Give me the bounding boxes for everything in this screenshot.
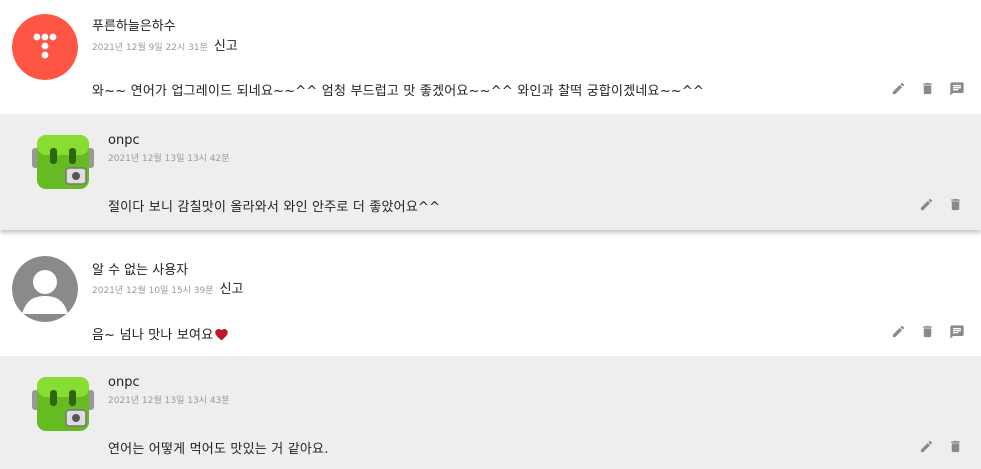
reply-item: onpc 2021년 12월 13일 13시 43분 연어는 어떻게 먹어도 맛… xyxy=(0,356,981,469)
comment-item: 푸른하늘은하수 2021년 12월 9일 22시 31분 신고 와~~ 연어가 … xyxy=(0,0,981,114)
comment-author[interactable]: 알 수 없는 사용자 xyxy=(92,259,188,278)
green-robot-avatar[interactable] xyxy=(30,372,96,438)
edit-icon[interactable] xyxy=(918,196,935,213)
comment-author[interactable]: 푸른하늘은하수 xyxy=(92,15,176,34)
green-robot-avatar[interactable] xyxy=(30,130,96,196)
comment-text: 음~ 넘나 맛나 보여요 xyxy=(92,324,229,345)
reply-meta: 2021년 12월 13일 13시 42분 xyxy=(108,151,230,164)
comment-date: 2021년 12월 10일 15시 39분 xyxy=(92,286,214,296)
reply-actions xyxy=(918,196,964,213)
delete-icon[interactable] xyxy=(919,80,936,97)
edit-icon[interactable] xyxy=(890,323,907,340)
comment-meta: 2021년 12월 9일 22시 31분 신고 xyxy=(92,35,238,54)
comment-text: 와~~ 연어가 업그레이드 되네요~~^^ 엄청 부드럽고 맛 좋겠어요~~^^… xyxy=(92,84,705,99)
report-link[interactable]: 신고 xyxy=(214,35,238,54)
edit-icon[interactable] xyxy=(918,438,935,455)
reply-author[interactable]: onpc xyxy=(108,133,140,148)
comment-item: 알 수 없는 사용자 2021년 12월 10일 15시 39분 신고 음~ 넘… xyxy=(0,242,981,356)
reply-date: 2021년 12월 13일 13시 43분 xyxy=(108,396,230,406)
reply-actions xyxy=(918,438,964,455)
comment-text-content: 음~ 넘나 맛나 보여요 xyxy=(92,328,214,343)
edit-icon[interactable] xyxy=(890,80,907,97)
tistory-logo-avatar[interactable] xyxy=(12,14,78,80)
comment-date: 2021년 12월 9일 22시 31분 xyxy=(92,43,208,53)
reply-text: 연어는 어떻게 먹어도 맛있는 거 같아요. xyxy=(108,442,329,457)
report-link[interactable]: 신고 xyxy=(220,278,244,297)
default-user-avatar[interactable] xyxy=(12,256,78,322)
reply-item: onpc 2021년 12월 13일 13시 42분 절이다 보니 감칠맛이 올… xyxy=(0,114,981,230)
reply-meta: 2021년 12월 13일 13시 43분 xyxy=(108,393,230,406)
delete-icon[interactable] xyxy=(947,196,964,213)
comment-actions xyxy=(890,323,965,340)
heart-icon xyxy=(214,327,229,345)
comment-actions xyxy=(890,80,965,97)
comment-meta: 2021년 12월 10일 15시 39분 신고 xyxy=(92,278,243,297)
reply-icon[interactable] xyxy=(948,323,965,340)
reply-author[interactable]: onpc xyxy=(108,375,140,390)
delete-icon[interactable] xyxy=(947,438,964,455)
reply-date: 2021년 12월 13일 13시 42분 xyxy=(108,154,230,164)
delete-icon[interactable] xyxy=(919,323,936,340)
reply-text: 절이다 보니 감칠맛이 올라와서 와인 안주로 더 좋았어요^^ xyxy=(108,200,441,215)
reply-icon[interactable] xyxy=(948,80,965,97)
